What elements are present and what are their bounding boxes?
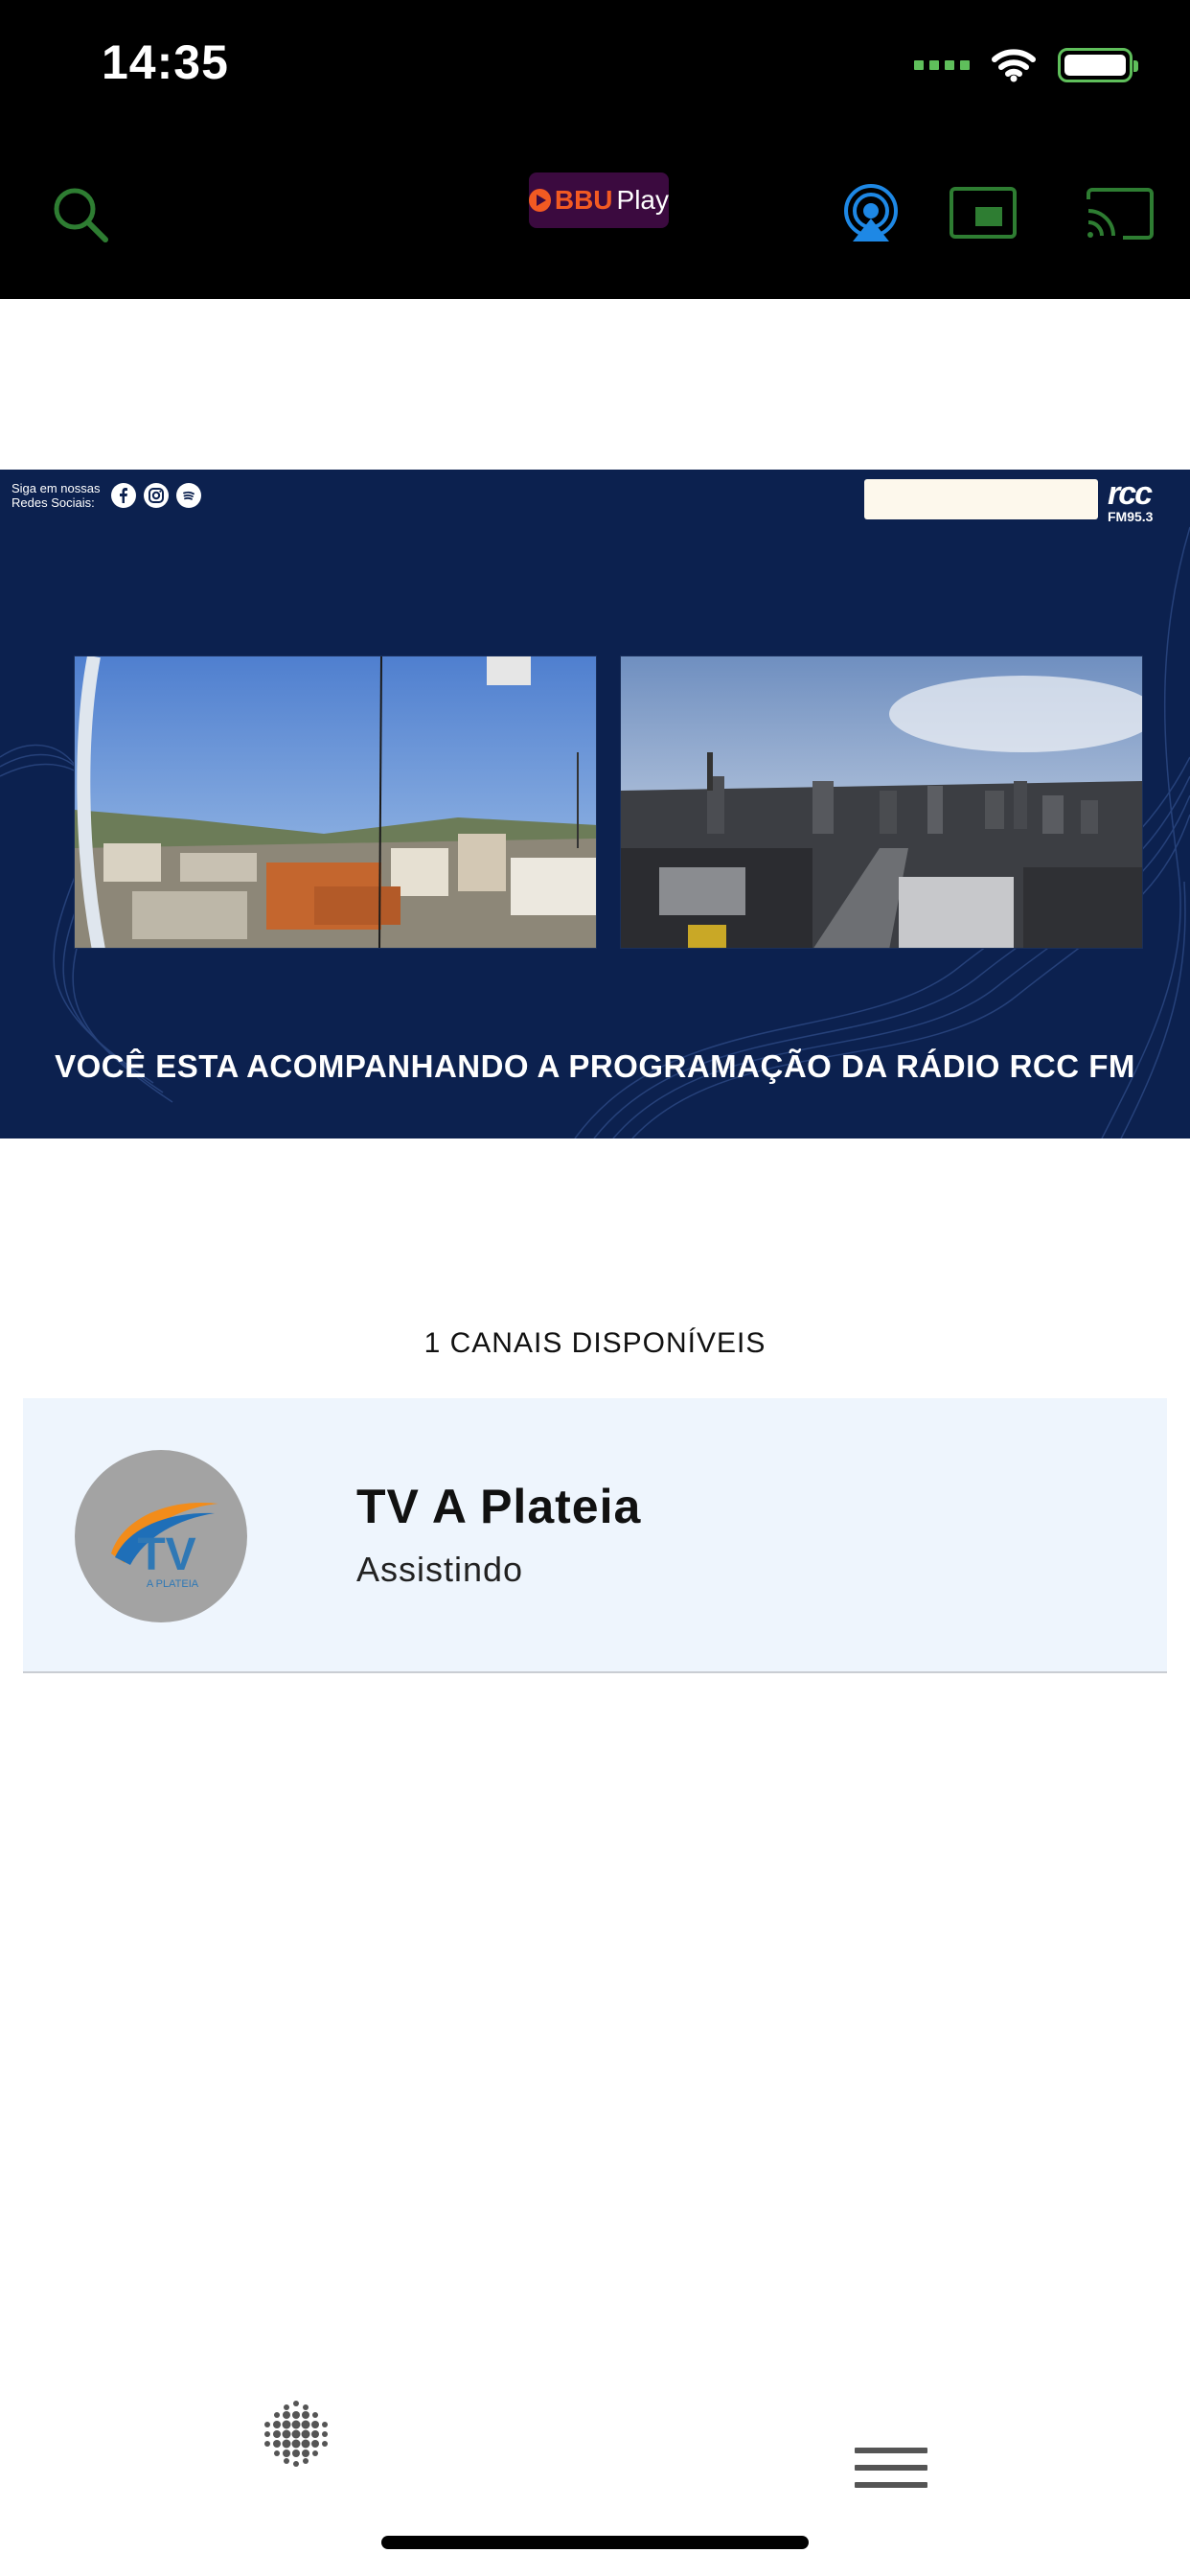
dot-grid-icon <box>264 2401 328 2467</box>
logo-brand: BBU <box>554 185 613 215</box>
banner-caption: VOCÊ ESTA ACOMPANHANDO A PROGRAMAÇÃO DA … <box>55 1048 1135 1084</box>
app-screen: 14:35 BBU Play Siga em nossas Redes Soci… <box>0 0 1190 2576</box>
camera-feed-1 <box>74 656 597 949</box>
hamburger-menu-button[interactable] <box>855 2448 929 2496</box>
channel-avatar-subtext: A PLATEIA <box>147 1578 199 1590</box>
cast-icon <box>1087 188 1154 240</box>
picture-in-picture-icon <box>950 187 1017 239</box>
spotify-icon[interactable] <box>176 483 201 508</box>
airplay-icon <box>844 184 898 242</box>
channels-count-title: 1 CANAIS DISPONÍVEIS <box>423 1327 767 1359</box>
hamburger-menu-icon <box>855 2448 929 2488</box>
channel-name: TV A Plateia <box>356 1480 642 1533</box>
search-button[interactable] <box>48 182 115 249</box>
channel-avatar: TV A PLATEIA <box>75 1450 247 1622</box>
status-icons <box>914 46 1138 84</box>
channel-avatar-text: TV <box>137 1530 195 1580</box>
instagram-icon[interactable] <box>144 483 169 508</box>
follow-text: Siga em nossas Redes Sociais: <box>11 481 101 510</box>
picture-in-picture-button[interactable] <box>949 186 1018 240</box>
airplay-button[interactable] <box>841 184 901 243</box>
search-icon <box>54 188 108 242</box>
wifi-icon <box>992 49 1036 82</box>
live-banner[interactable]: Siga em nossas Redes Sociais: rcc FM95.3 <box>0 470 1190 1138</box>
app-logo: BBU Play <box>529 172 669 228</box>
cellular-signal-icon <box>914 60 970 70</box>
channel-list-item[interactable]: TV A PLATEIA TV A Plateia Assistindo <box>23 1398 1167 1673</box>
battery-icon <box>1058 48 1138 82</box>
station-logo-main: rcc <box>1108 475 1153 512</box>
home-indicator[interactable] <box>381 2536 809 2549</box>
dot-grid-button[interactable] <box>261 2398 332 2469</box>
banner-search-box <box>864 479 1098 519</box>
camera-feed-2 <box>620 656 1143 949</box>
top-header: 14:35 BBU Play <box>0 0 1190 299</box>
station-logo-sub: FM95.3 <box>1108 509 1154 524</box>
logo-suffix: Play <box>616 185 669 215</box>
station-logo: rcc FM95.3 <box>1108 477 1180 525</box>
facebook-icon[interactable] <box>111 483 136 508</box>
status-time: 14:35 <box>102 35 229 89</box>
play-logo-icon <box>529 189 551 212</box>
social-follow: Siga em nossas Redes Sociais: <box>11 481 201 510</box>
channel-status: Assistindo <box>356 1550 524 1589</box>
cast-button[interactable] <box>1083 186 1156 242</box>
